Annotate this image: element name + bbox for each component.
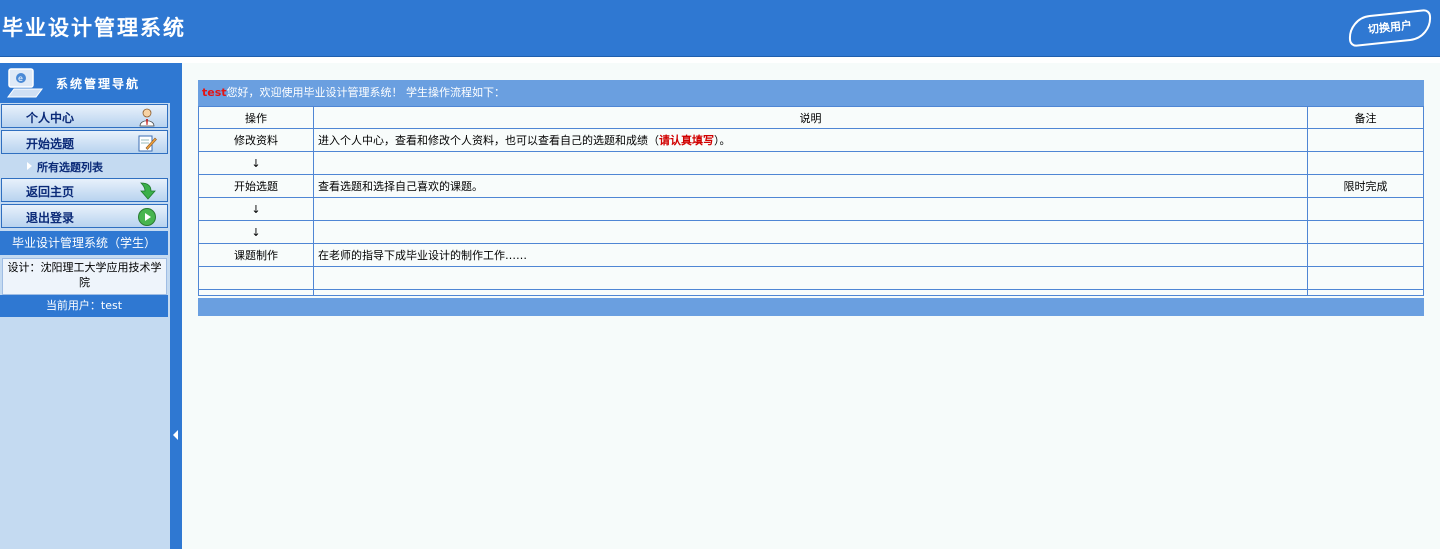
green-play-icon <box>138 208 156 226</box>
desc-cell: 在老师的指导下成毕业设计的制作工作…… <box>313 243 1308 267</box>
nav-header: e 系统管理导航 <box>0 63 170 103</box>
nav-title: 系统管理导航 <box>56 77 141 91</box>
desc-cell: 进入个人中心，查看和修改个人资料，也可以查看自己的选题和成绩（请认真填写）。 <box>313 128 1308 152</box>
note-cell <box>1307 197 1424 221</box>
table-row: ↓ <box>198 197 1424 221</box>
welcome-text: 您好，欢迎使用毕业设计管理系统！ 学生操作流程如下： <box>226 86 506 99</box>
op-cell: 开始选题 <box>198 174 314 198</box>
collapse-arrow-icon <box>173 430 178 440</box>
spacer-cell <box>1307 289 1424 296</box>
arrow-cell: ↓ <box>198 151 314 175</box>
table-row <box>198 266 1424 290</box>
note-cell: 限时完成 <box>1307 174 1424 198</box>
desc-text: 进入个人中心，查看和修改个人资料，也可以查看自己的选题和成绩（ <box>318 134 659 147</box>
table-row: ↓ <box>198 220 1424 244</box>
spacer-cell <box>198 289 314 296</box>
table-row: ↓ <box>198 151 1424 175</box>
column-header: 备注 <box>1307 106 1424 129</box>
welcome-username: test <box>202 86 227 99</box>
op-cell <box>198 266 314 290</box>
desc-cell <box>313 197 1308 221</box>
switch-user-button[interactable]: 切换用户 <box>1346 8 1434 48</box>
svg-text:e: e <box>18 74 23 83</box>
submenu-label: 所有选题列表 <box>37 161 103 174</box>
note-cell <box>1307 128 1424 152</box>
workflow-table: 操作 说明 备注 修改资料 进入个人中心，查看和修改个人资料，也可以查看自己的选… <box>198 106 1424 296</box>
table-row-spacer <box>198 289 1424 296</box>
menu-return-home[interactable]: 返回主页 <box>1 178 168 202</box>
computer-logo-icon: e <box>7 68 43 98</box>
menu-personal-center[interactable]: 个人中心 <box>1 104 168 128</box>
table-header-row: 操作 说明 备注 <box>198 106 1424 129</box>
menu-label: 退出登录 <box>26 211 75 225</box>
op-cell: 修改资料 <box>198 128 314 152</box>
op-cell: 课题制作 <box>198 243 314 267</box>
table-row: 修改资料 进入个人中心，查看和修改个人资料，也可以查看自己的选题和成绩（请认真填… <box>198 128 1424 152</box>
arrow-cell: ↓ <box>198 197 314 221</box>
table-row: 开始选题 查看选题和选择自己喜欢的课题。 限时完成 <box>198 174 1424 198</box>
edit-icon <box>138 135 157 152</box>
column-header: 操作 <box>198 106 314 129</box>
arrow-cell: ↓ <box>198 220 314 244</box>
note-cell <box>1307 243 1424 267</box>
spacer-cell <box>313 289 1308 296</box>
desc-cell <box>313 266 1308 290</box>
design-credit: 设计：沈阳理工大学应用技术学院 <box>2 258 167 295</box>
note-cell <box>1307 151 1424 175</box>
green-down-arrow-icon <box>140 182 156 200</box>
current-user: 当前用户：test <box>0 295 168 317</box>
welcome-banner: test您好，欢迎使用毕业设计管理系统！ 学生操作流程如下： <box>198 80 1424 106</box>
menu-start-topic[interactable]: 开始选题 <box>1 130 168 154</box>
menu-label: 返回主页 <box>26 185 75 199</box>
menu-label: 个人中心 <box>26 111 75 125</box>
menu-label: 开始选题 <box>26 137 75 151</box>
sidebar-collapse-bar[interactable] <box>170 63 182 549</box>
note-cell <box>1307 266 1424 290</box>
main-content: test您好，欢迎使用毕业设计管理系统！ 学生操作流程如下： 操作 说明 备注 … <box>182 63 1440 549</box>
user-icon <box>139 108 155 127</box>
desc-cell: 查看选题和选择自己喜欢的课题。 <box>313 174 1308 198</box>
desc-cell <box>313 220 1308 244</box>
system-name: 毕业设计管理系统（学生） <box>0 231 168 255</box>
note-cell <box>1307 220 1424 244</box>
table-row: 课题制作 在老师的指导下成毕业设计的制作工作…… <box>198 243 1424 267</box>
important-note: 请认真填写 <box>659 134 714 147</box>
desc-text-end: ）。 <box>714 134 731 147</box>
sidebar: e 系统管理导航 个人中心 开始选题 所有选题列表 返回主页 退出登录 毕业设计… <box>0 63 170 549</box>
column-header: 说明 <box>313 106 1308 129</box>
menu-logout[interactable]: 退出登录 <box>1 204 168 228</box>
submenu-bullet-icon <box>27 162 32 170</box>
submenu-all-topics[interactable]: 所有选题列表 <box>1 158 166 174</box>
app-title: 毕业设计管理系统 <box>2 15 186 40</box>
desc-cell <box>313 151 1308 175</box>
top-header: 毕业设计管理系统 切换用户 <box>0 0 1440 57</box>
table-footer-bar <box>198 298 1424 316</box>
